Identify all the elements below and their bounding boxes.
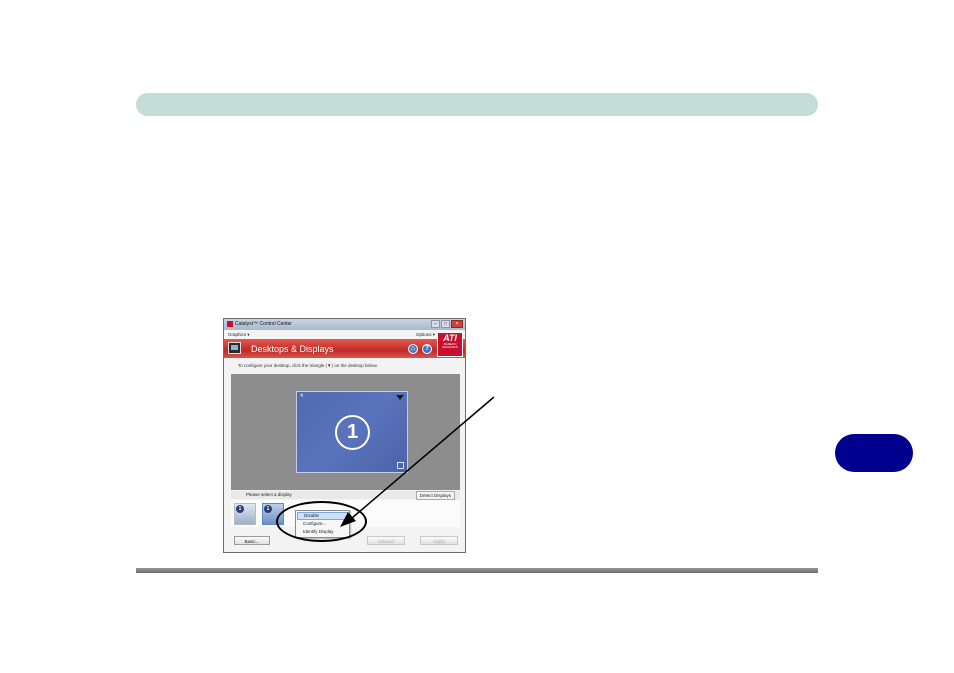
- basic-button[interactable]: Basic...: [234, 536, 270, 545]
- callout-ellipse: [276, 501, 367, 542]
- page-title: Desktops & Displays: [251, 344, 334, 354]
- star-icon: *: [300, 392, 304, 402]
- instruction-text: To configure your desktop, click the tri…: [238, 363, 378, 368]
- footer-rule: [136, 568, 818, 573]
- maximize-icon[interactable]: □: [441, 320, 450, 328]
- discard-button[interactable]: Discard: [367, 536, 405, 545]
- ati-logo: ATI RADEON GRAPHICS: [437, 332, 463, 357]
- copy-icon: [397, 462, 404, 469]
- desktop-1[interactable]: * 1: [296, 391, 408, 473]
- options-menu[interactable]: Options ▾: [416, 332, 435, 338]
- close-icon[interactable]: ×: [451, 320, 463, 328]
- select-display-label: Please select a display: [246, 492, 292, 497]
- display-badge: 1: [264, 505, 272, 513]
- desktop-canvas: * 1: [231, 374, 460, 490]
- display-icon: [228, 342, 241, 354]
- side-tab: [835, 434, 913, 472]
- page-banner: Desktops & Displays ⌂ ?: [224, 339, 465, 358]
- title-bar: Catalyst™ Control Center – □ ×: [224, 319, 465, 330]
- laptop-display-icon[interactable]: 1: [234, 503, 256, 525]
- display-badge: 1: [236, 505, 244, 513]
- select-display-row: Please select a display Detect Displays: [231, 491, 460, 500]
- detect-displays-button[interactable]: Detect Displays: [415, 491, 455, 500]
- apply-button[interactable]: Apply: [420, 536, 458, 545]
- window-controls: – □ ×: [431, 320, 463, 328]
- help-icon[interactable]: ?: [422, 344, 432, 354]
- triangle-dropdown-icon[interactable]: [396, 395, 404, 400]
- minimize-icon[interactable]: –: [431, 320, 440, 328]
- ati-logo-subtext: RADEON GRAPHICS: [442, 342, 458, 349]
- graphics-menu[interactable]: Graphics ▾: [228, 332, 250, 338]
- ati-app-icon: [227, 321, 233, 327]
- menu-bar: Graphics ▾ Options ▾: [224, 330, 465, 339]
- header-bar: [136, 93, 818, 116]
- desktop-number: 1: [335, 415, 370, 450]
- window-title: Catalyst™ Control Center: [235, 321, 292, 327]
- home-icon[interactable]: ⌂: [408, 344, 418, 354]
